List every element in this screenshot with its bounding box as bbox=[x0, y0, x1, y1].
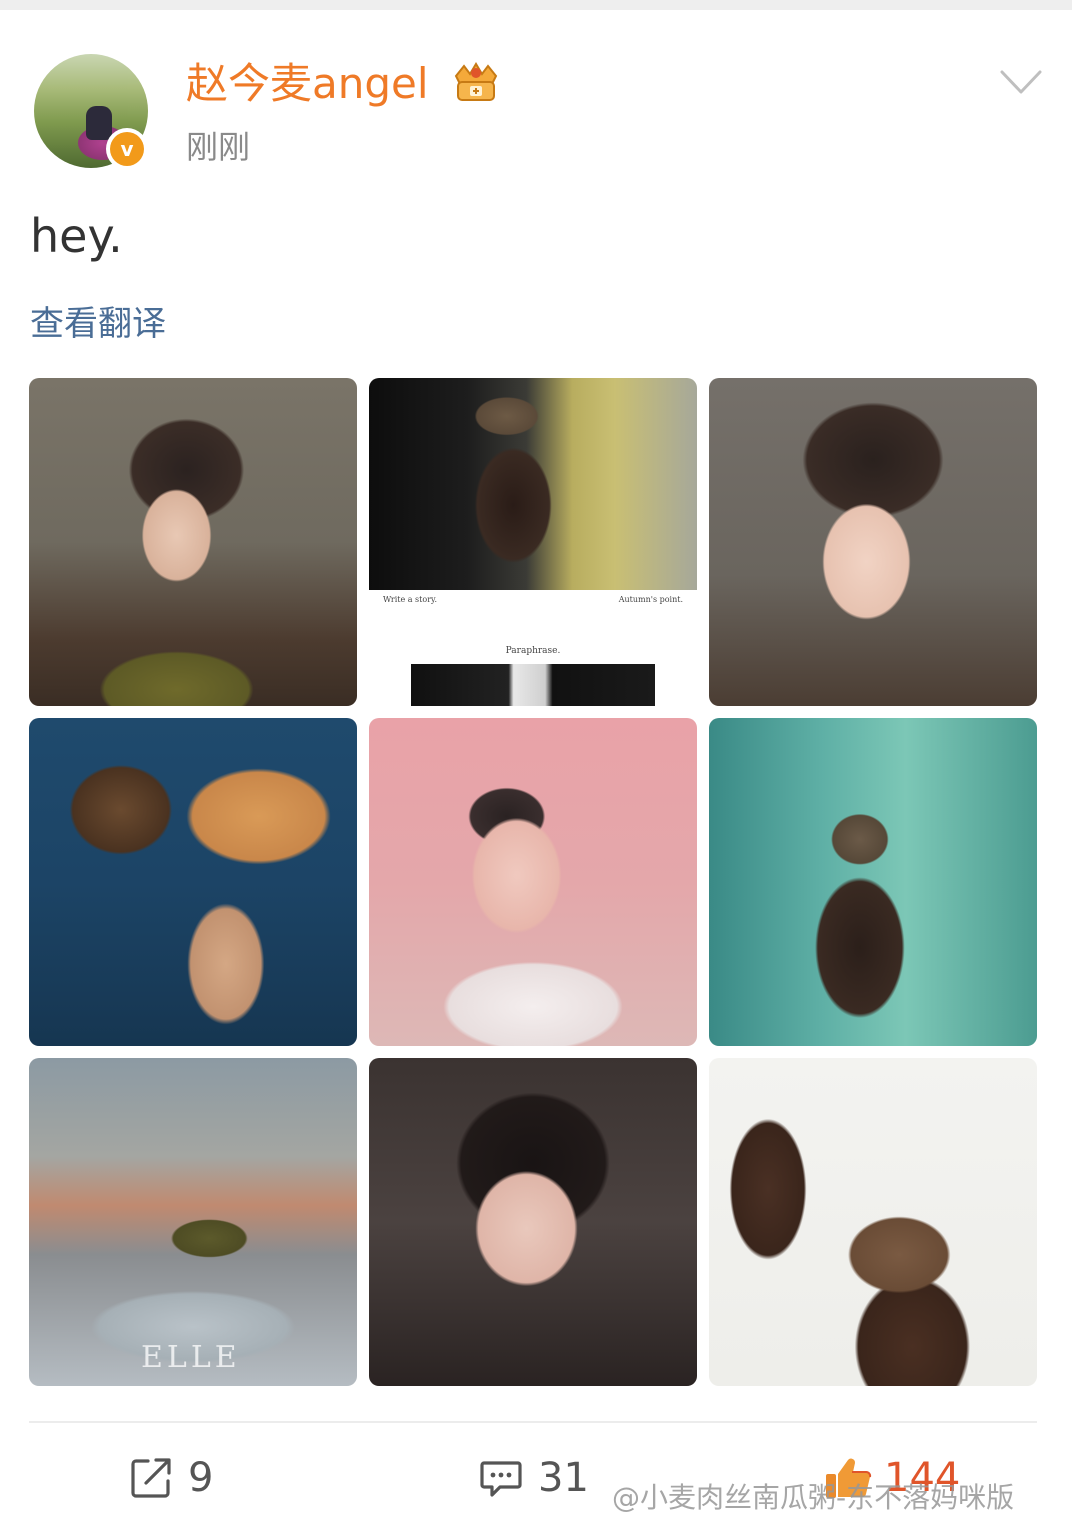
photo-9[interactable] bbox=[709, 1058, 1037, 1386]
share-button[interactable]: 9 bbox=[128, 1450, 213, 1506]
chevron-down-icon[interactable] bbox=[996, 62, 1046, 102]
share-count: 9 bbox=[188, 1455, 214, 1501]
photo-2-scene bbox=[369, 378, 697, 590]
comment-count: 31 bbox=[538, 1455, 589, 1501]
photo-grid: Write a story. Autumn's point. Paraphras… bbox=[29, 378, 1037, 1386]
vip-crown-icon[interactable] bbox=[450, 60, 502, 104]
divider bbox=[29, 1421, 1037, 1423]
avatar-figure bbox=[86, 106, 112, 140]
photo-8[interactable] bbox=[369, 1058, 697, 1386]
photo-1[interactable] bbox=[29, 378, 357, 706]
photo-2-caption-left: Write a story. bbox=[383, 595, 438, 604]
photo-2[interactable]: Write a story. Autumn's point. Paraphras… bbox=[369, 378, 697, 706]
comment-button[interactable]: 31 bbox=[478, 1450, 589, 1506]
share-icon bbox=[131, 1458, 171, 1498]
weibo-watermark: @小麦肉丝南瓜粥-东不落妈咪版 bbox=[612, 1481, 1015, 1514]
photo-6[interactable] bbox=[709, 718, 1037, 1046]
photo-7[interactable]: ELLE bbox=[29, 1058, 357, 1386]
photo-3[interactable] bbox=[709, 378, 1037, 706]
photo-2-caption-center: Paraphrase. bbox=[505, 646, 561, 656]
elle-logo: ELLE bbox=[141, 1340, 241, 1375]
photo-4[interactable] bbox=[29, 718, 357, 1046]
translate-link[interactable]: 查看翻译 bbox=[30, 300, 166, 348]
post-text: hey. bbox=[30, 209, 123, 263]
verified-badge: v bbox=[106, 128, 148, 170]
photo-2-caption-right: Autumn's point. bbox=[618, 595, 683, 604]
post-timestamp: 刚刚 bbox=[186, 128, 251, 166]
photo-5[interactable] bbox=[369, 718, 697, 1046]
comment-icon bbox=[480, 1461, 522, 1497]
username[interactable]: 赵今麦angel bbox=[186, 58, 429, 110]
photo-2-strip bbox=[411, 664, 655, 706]
top-strip bbox=[0, 0, 1072, 10]
verified-badge-icon: v bbox=[110, 132, 144, 166]
